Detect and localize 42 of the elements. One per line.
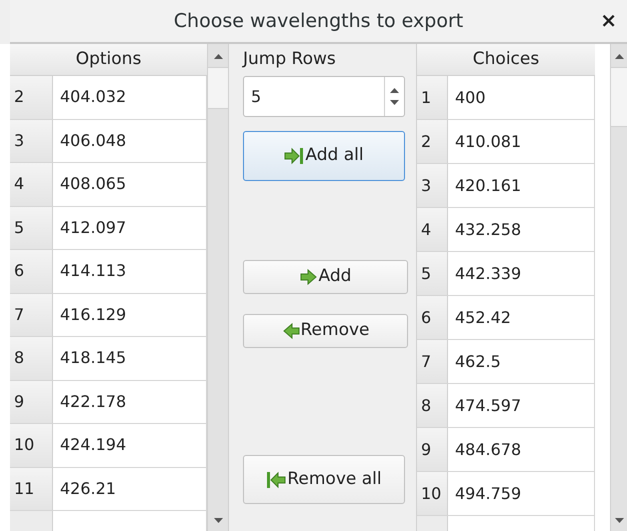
close-button[interactable]: ×	[600, 10, 617, 30]
arrow-left-bar-icon	[266, 470, 286, 488]
arrow-right-bar-icon	[284, 147, 304, 165]
row-header[interactable]: 7	[417, 340, 448, 383]
row-header[interactable]: 8	[10, 337, 53, 380]
column-header[interactable]: Choices	[417, 44, 595, 76]
jump-rows-spinbox[interactable]: 5	[243, 76, 405, 117]
spin-up-icon[interactable]	[390, 88, 399, 93]
row-header[interactable]: 9	[417, 428, 448, 471]
row-header[interactable]: 4	[417, 208, 448, 251]
row-header[interactable]: 10	[10, 424, 53, 466]
row-header[interactable]: 6	[10, 250, 53, 292]
scroll-up-icon[interactable]	[614, 54, 624, 59]
row-header[interactable]: 8	[417, 384, 448, 427]
jump-rows-label: Jump Rows	[243, 48, 337, 72]
scroll-up-icon[interactable]	[214, 54, 222, 59]
row-header[interactable]: 5	[417, 252, 448, 295]
remove-button[interactable]: Remove	[243, 314, 408, 348]
row-header[interactable]: 9	[10, 380, 53, 423]
arrow-left-icon	[282, 323, 300, 339]
scrollbar-thumb[interactable]	[611, 67, 627, 127]
row-header[interactable]: 5	[10, 206, 53, 249]
row-header[interactable]: 3	[417, 164, 448, 207]
row-header[interactable]: 1	[417, 76, 448, 119]
row-header[interactable]: 2	[417, 120, 448, 163]
row-header[interactable]: 6	[417, 296, 448, 339]
remove-all-button[interactable]: Remove all	[243, 455, 405, 504]
row-header[interactable]: 4	[10, 163, 53, 206]
scrollbar-thumb[interactable]	[208, 67, 228, 109]
spin-down-icon[interactable]	[390, 100, 399, 105]
scroll-down-icon[interactable]	[614, 518, 624, 523]
window-title: Choose wavelengths to export	[174, 8, 464, 34]
row-header[interactable]: 2	[10, 76, 53, 118]
row-header[interactable]: 3	[10, 120, 53, 162]
add-button[interactable]: Add	[243, 260, 408, 294]
row-header[interactable]: 7	[10, 294, 53, 336]
arrow-right-icon	[300, 269, 318, 285]
column-header[interactable]: Options	[10, 44, 207, 76]
scroll-down-icon[interactable]	[214, 518, 222, 523]
row-header[interactable]: 10	[417, 472, 448, 515]
row-header[interactable]: 11	[10, 468, 53, 510]
add-all-button[interactable]: Add all	[243, 131, 405, 181]
